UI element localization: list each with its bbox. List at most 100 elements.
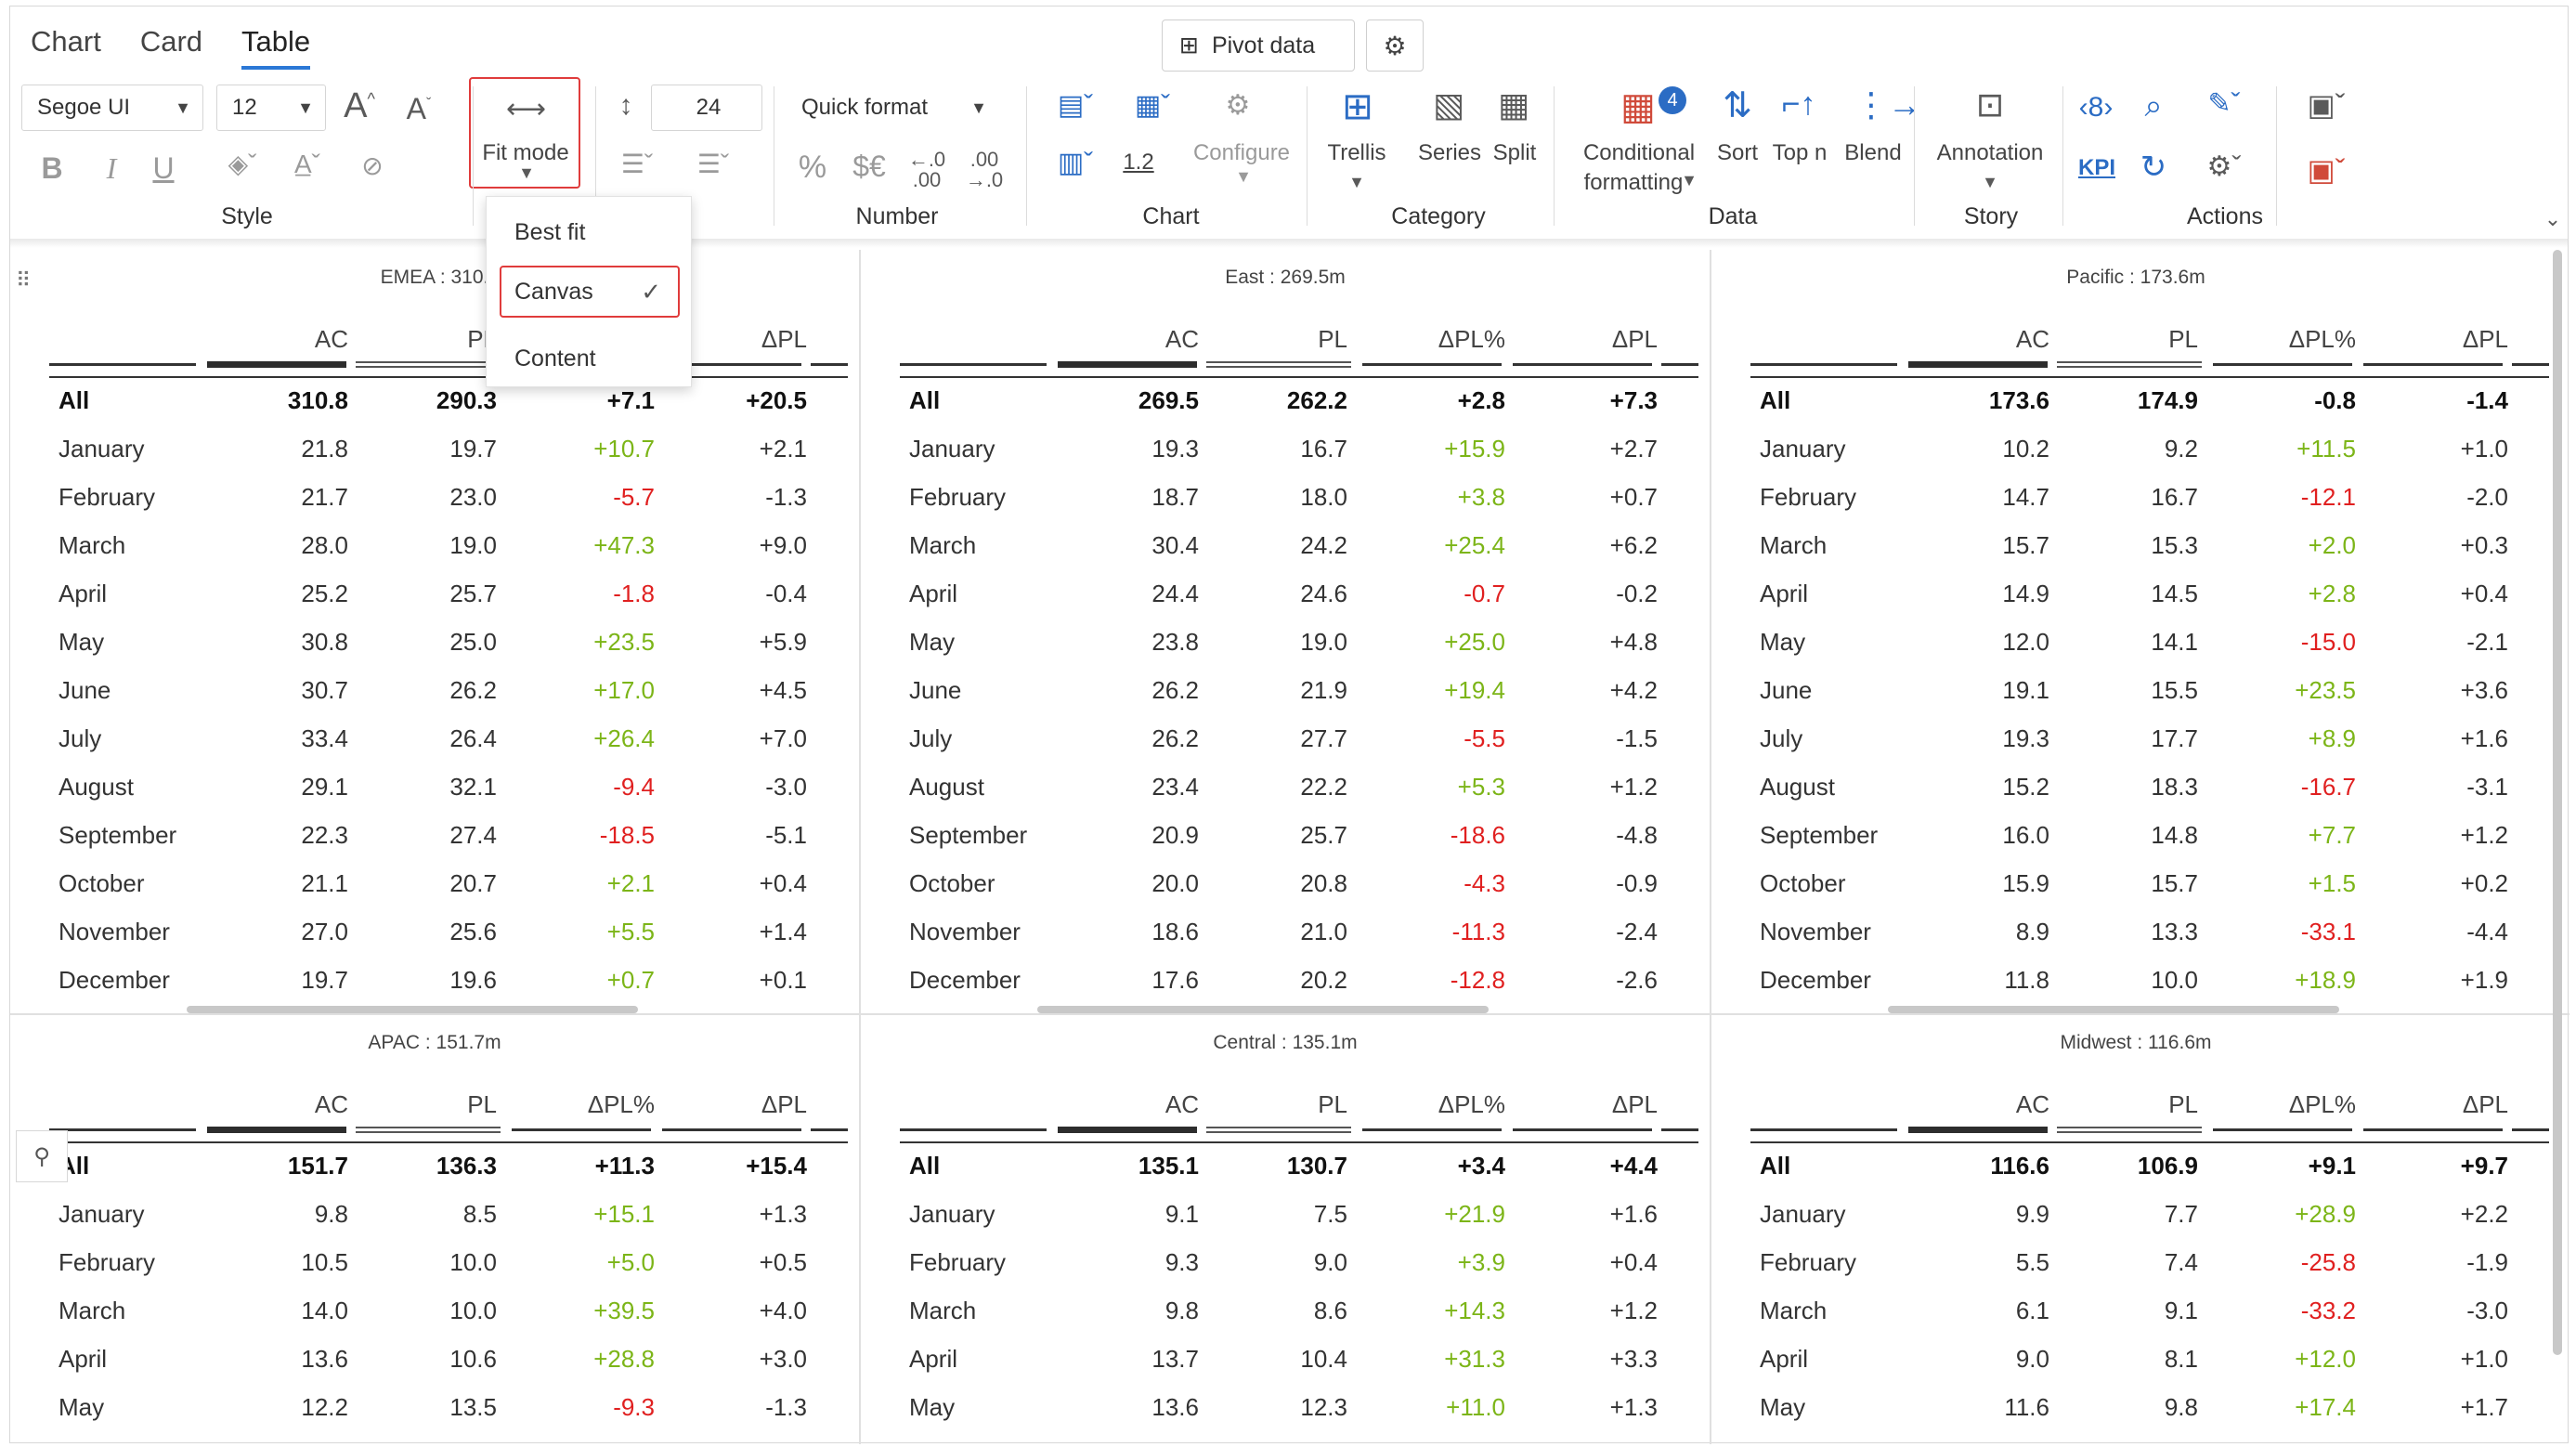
split-icon[interactable]: ▦: [1492, 88, 1535, 122]
format-painter-icon[interactable]: ✎ˇ: [2189, 90, 2259, 118]
refresh-icon[interactable]: ↻: [2135, 151, 2172, 183]
horizontal-scrollbar[interactable]: [1037, 1006, 1489, 1013]
tab-card[interactable]: Card: [140, 25, 202, 70]
column-header[interactable]: AC: [315, 1080, 348, 1128]
settings-icon[interactable]: ⚙ˇ: [2189, 153, 2259, 181]
column-header[interactable]: AC: [1165, 1080, 1199, 1128]
table-row[interactable]: February 21.7 23.0 -5.7 -1.3: [10, 473, 859, 521]
horizontal-scrollbar[interactable]: [1888, 1006, 2339, 1013]
table-row[interactable]: January 19.3 16.7 +15.9 +2.7: [861, 424, 1710, 473]
column-header[interactable]: ΔPL: [1612, 1080, 1658, 1128]
column-header[interactable]: PL: [467, 1080, 497, 1128]
table-row[interactable]: March 15.7 15.3 +2.0 +0.3: [1711, 521, 2560, 569]
decrease-font-icon[interactable]: Aˇ: [400, 94, 437, 124]
horizontal-scrollbar[interactable]: [187, 1006, 638, 1013]
table-row[interactable]: June 19.1 15.5 +23.5 +3.6: [1711, 666, 2560, 714]
search-icon[interactable]: ⌕: [2135, 90, 2172, 122]
filter-settings-button[interactable]: ⚙: [1366, 20, 1424, 72]
conditional-formatting-icon[interactable]: ▦: [1617, 88, 1659, 125]
increase-font-icon[interactable]: A^: [341, 88, 378, 124]
table-row[interactable]: February 10.5 10.0 +5.0 +0.5: [10, 1238, 859, 1286]
annotation-icon[interactable]: ⊡: [1970, 88, 2010, 122]
table-row[interactable]: October 21.1 20.7 +2.1 +0.4: [10, 859, 859, 907]
table-row[interactable]: November 18.6 21.0 -11.3 -2.4: [861, 907, 1710, 956]
table-row[interactable]: December 17.6 20.2 -12.8 -2.6: [861, 956, 1710, 1004]
table-row[interactable]: May 13.6 12.3 +11.0 +1.3: [861, 1383, 1710, 1431]
table-row[interactable]: June 26.2 21.9 +19.4 +4.2: [861, 666, 1710, 714]
bold-icon[interactable]: B: [38, 153, 66, 183]
font-size-dropdown[interactable]: 12 ▼: [216, 85, 326, 131]
table-row[interactable]: February 5.5 7.4 -25.8 -1.9: [1711, 1238, 2560, 1286]
table-row[interactable]: May 23.8 19.0 +25.0 +4.8: [861, 618, 1710, 666]
blend-icon[interactable]: ⋮→: [1854, 88, 1921, 122]
column-header[interactable]: ΔPL%: [1438, 315, 1505, 363]
table-row[interactable]: May 12.0 14.1 -15.0 -2.1: [1711, 618, 2560, 666]
menu-item-canvas[interactable]: Canvas ✓: [500, 266, 680, 318]
quick-format-dropdown[interactable]: Quick format ▼: [787, 85, 998, 131]
table-row[interactable]: January 21.8 19.7 +10.7 +2.1: [10, 424, 859, 473]
column-header[interactable]: ΔPL: [2463, 315, 2508, 363]
column-header[interactable]: AC: [315, 315, 348, 363]
table-row[interactable]: April 9.0 8.1 +12.0 +1.0: [1711, 1335, 2560, 1383]
currency-icon[interactable]: $€: [846, 151, 892, 181]
column-header[interactable]: AC: [2016, 1080, 2049, 1128]
row-height-input[interactable]: 24: [651, 85, 762, 131]
link-icon[interactable]: ‹8›: [2075, 94, 2116, 122]
column-header[interactable]: AC: [1165, 315, 1199, 363]
collapse-ribbon-icon[interactable]: ⌄: [2542, 209, 2564, 229]
hide-icon[interactable]: ⊘: [354, 153, 391, 179]
underline-icon[interactable]: U: [150, 153, 177, 183]
table-row[interactable]: April 14.9 14.5 +2.8 +0.4: [1711, 569, 2560, 618]
table-row[interactable]: May 12.2 13.5 -9.3 -1.3: [10, 1383, 859, 1431]
fill-color-icon[interactable]: ◈ˇ: [216, 151, 268, 177]
column-header[interactable]: ΔPL%: [2289, 315, 2356, 363]
table-row[interactable]: January 9.8 8.5 +15.1 +1.3: [10, 1190, 859, 1238]
kpi-button[interactable]: KPI: [2074, 155, 2120, 181]
table-row[interactable]: April 25.2 25.7 -1.8 -0.4: [10, 569, 859, 618]
table-row[interactable]: February 14.7 16.7 -12.1 -2.0: [1711, 473, 2560, 521]
table-row[interactable]: January 9.9 7.7 +28.9 +2.2: [1711, 1190, 2560, 1238]
table-row[interactable]: December 11.8 10.0 +18.9 +1.9: [1711, 956, 2560, 1004]
table-row[interactable]: January 10.2 9.2 +11.5 +1.0: [1711, 424, 2560, 473]
top-n-icon[interactable]: ⌐↑: [1780, 88, 1817, 120]
export-pdf-icon[interactable]: ▣ˇ: [2291, 155, 2361, 185]
column-header[interactable]: ΔPL%: [1438, 1080, 1505, 1128]
table-row[interactable]: July 33.4 26.4 +26.4 +7.0: [10, 714, 859, 763]
chart-layout-icon[interactable]: ▦ˇ: [1117, 92, 1188, 120]
column-header[interactable]: ΔPL: [1612, 315, 1658, 363]
table-row[interactable]: July 19.3 17.7 +8.9 +1.6: [1711, 714, 2560, 763]
column-header[interactable]: ΔPL%: [2289, 1080, 2356, 1128]
table-row[interactable]: March 6.1 9.1 -33.2 -3.0: [1711, 1286, 2560, 1335]
table-row[interactable]: March 9.8 8.6 +14.3 +1.2: [861, 1286, 1710, 1335]
column-header[interactable]: AC: [2016, 315, 2049, 363]
table-row[interactable]: March 28.0 19.0 +47.3 +9.0: [10, 521, 859, 569]
pivot-data-button[interactable]: ⊞ Pivot data: [1162, 20, 1355, 72]
table-row[interactable]: October 15.9 15.7 +1.5 +0.2: [1711, 859, 2560, 907]
configure-icon[interactable]: ⚙: [1219, 92, 1256, 120]
chart-position-icon[interactable]: ▥ˇ: [1043, 150, 1108, 177]
sort-icon[interactable]: ⇅: [1719, 88, 1756, 124]
table-row[interactable]: March 30.4 24.2 +25.4 +6.2: [861, 521, 1710, 569]
line-spacing-icon[interactable]: ☰ˇ: [605, 151, 670, 177]
vertical-scrollbar[interactable]: [2553, 250, 2562, 1355]
menu-item-best-fit[interactable]: Best fit: [487, 206, 691, 258]
table-row[interactable]: September 16.0 14.8 +7.7 +1.2: [1711, 811, 2560, 859]
column-header[interactable]: ΔPL: [2463, 1080, 2508, 1128]
table-row[interactable]: September 20.9 25.7 -18.6 -4.8: [861, 811, 1710, 859]
border-style-icon[interactable]: ☰ˇ: [681, 151, 746, 177]
column-header[interactable]: ΔPL: [761, 315, 807, 363]
export-excel-icon[interactable]: ▣ˇ: [2291, 90, 2361, 120]
table-row[interactable]: August 29.1 32.1 -9.4 -3.0: [10, 763, 859, 811]
table-row[interactable]: April 13.7 10.4 +31.3 +3.3: [861, 1335, 1710, 1383]
increase-decimal-icon[interactable]: .00 →.0: [961, 150, 1008, 190]
table-row[interactable]: May 11.6 9.8 +17.4 +1.7: [1711, 1383, 2560, 1431]
column-header[interactable]: ΔPL: [761, 1080, 807, 1128]
font-family-dropdown[interactable]: Segoe UI ▼: [21, 85, 203, 131]
tab-chart[interactable]: Chart: [31, 25, 101, 70]
italic-icon[interactable]: I: [98, 153, 125, 183]
table-row[interactable]: December 19.7 19.6 +0.7 +0.1: [10, 956, 859, 1004]
table-row[interactable]: June 30.7 26.2 +17.0 +4.5: [10, 666, 859, 714]
align-left-chart-icon[interactable]: ▤ˇ: [1043, 92, 1108, 120]
chart-settings-icon[interactable]: ⚲: [16, 1130, 68, 1182]
table-row[interactable]: August 15.2 18.3 -16.7 -3.1: [1711, 763, 2560, 811]
